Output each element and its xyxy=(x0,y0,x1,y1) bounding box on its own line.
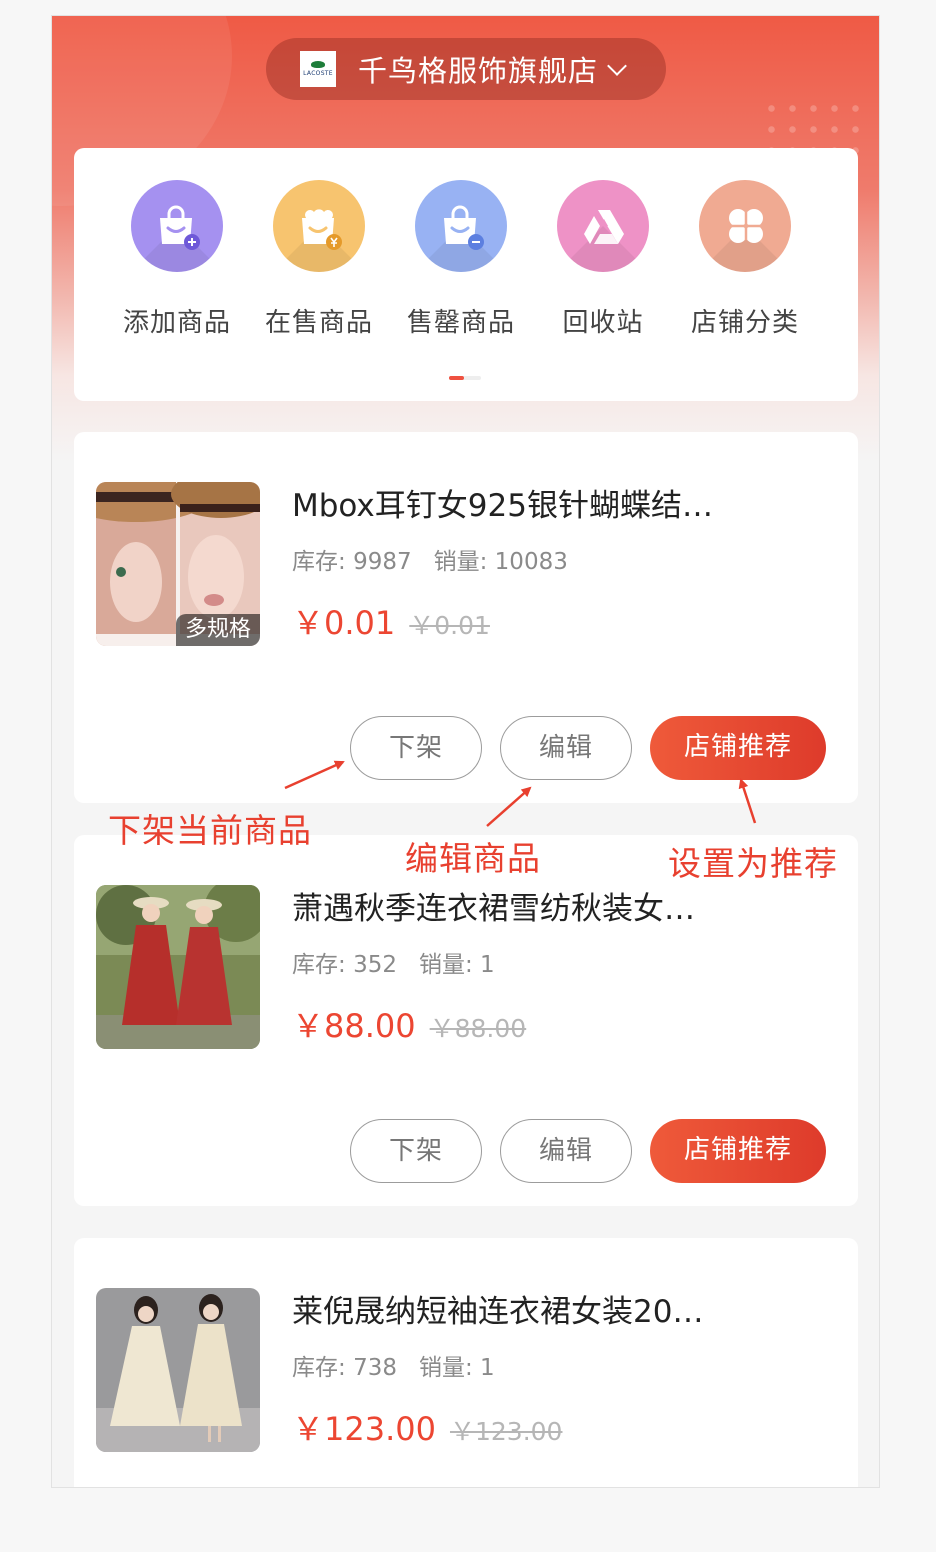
annotation-delist: 下架当前商品 xyxy=(108,811,312,850)
arrow-to-delist xyxy=(284,760,345,790)
annotation-edit: 编辑商品 xyxy=(405,839,541,878)
arrow-to-recommend xyxy=(738,778,757,824)
arrow-to-edit xyxy=(486,786,532,827)
annotation-recommend: 设置为推荐 xyxy=(668,844,838,883)
